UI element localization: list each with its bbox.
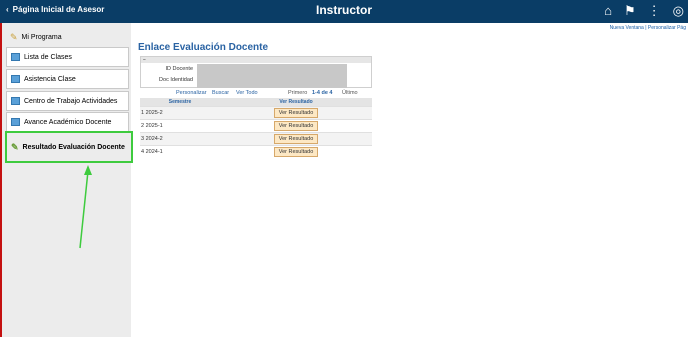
program-icon: ✎	[10, 31, 18, 42]
sidebar-item-asistencia-clase[interactable]: Asistencia Clase	[6, 69, 129, 89]
folder-icon	[11, 53, 20, 61]
ver-resultado-button[interactable]: Ver Resultado	[273, 134, 319, 144]
folder-icon	[11, 97, 20, 105]
sidebar-item-label: Avance Académico Docente	[24, 118, 112, 126]
top-navigation-bar: ‹ Página Inicial de Asesor Instructor ⌂ ⚑…	[0, 0, 688, 23]
ver-resultado-button[interactable]: Ver Resultado	[273, 147, 319, 157]
flag-icon[interactable]: ⚑	[624, 3, 636, 19]
grid-toolbar: Personalizar Buscar Ver Todo Primero 1-4…	[140, 90, 372, 98]
teacher-info-panel: − ID Docente Doc Identidad	[140, 56, 372, 88]
sidebar-item-label: Asistencia Clase	[24, 75, 76, 83]
sidebar-item-resultado-evaluacion[interactable]: ✎ Resultado Evaluación Docente	[5, 131, 133, 163]
col-semestre: Semestre	[140, 98, 221, 107]
home-icon[interactable]: ⌂	[604, 3, 612, 19]
page-title: Enlace Evaluación Docente	[138, 42, 269, 53]
evaluation-icon: ✎	[11, 141, 19, 152]
row-action: Ver Resultado	[220, 132, 372, 146]
sidebar-item-avance-academico[interactable]: Avance Académico Docente	[6, 112, 129, 132]
top-links[interactable]: Nueva Ventana | Personalizar Pág	[610, 25, 686, 31]
page-header-title: Instructor	[315, 3, 372, 17]
sidebar-item-label: Lista de Clases	[24, 53, 72, 61]
buscar-link[interactable]: Buscar	[212, 90, 229, 96]
sidebar-item-label: Mi Programa	[21, 33, 62, 41]
sidebar: ✎ Mi Programa Lista de Clases Asistencia…	[0, 23, 133, 337]
table-row: 3 2024-2 Ver Resultado	[140, 132, 372, 146]
table-row: 1 2025-2 Ver Resultado	[140, 106, 372, 120]
results-grid: Semestre Ver Resultado 1 2025-2 Ver Resu…	[140, 98, 372, 158]
ver-resultado-button[interactable]: Ver Resultado	[273, 108, 319, 118]
row-action: Ver Resultado	[220, 106, 372, 120]
personalizar-link[interactable]: Personalizar	[176, 90, 207, 96]
header-actions: ⌂ ⚑ ⋮ ◎	[604, 3, 684, 19]
table-row: 2 2025-1 Ver Resultado	[140, 119, 372, 133]
ver-todo-link[interactable]: Ver Todo	[236, 90, 258, 96]
row-action: Ver Resultado	[220, 119, 372, 133]
sidebar-item-label: Centro de Trabajo Actividades	[24, 97, 118, 105]
row-semestre: 3 2024-2	[140, 132, 221, 146]
more-options-icon[interactable]: ⋮	[648, 3, 661, 19]
redacted-doc	[197, 76, 347, 88]
id-docente-label: ID Docente	[165, 66, 193, 72]
annotation-arrow	[79, 165, 92, 249]
redacted-id	[197, 64, 347, 76]
doc-identidad-label: Doc Identidad	[159, 77, 193, 83]
col-resultado: Ver Resultado	[220, 98, 372, 107]
sidebar-item-lista-de-clases[interactable]: Lista de Clases	[6, 47, 129, 67]
row-semestre: 4 2024-1	[140, 145, 221, 158]
sidebar-item-label: Resultado Evaluación Docente	[22, 143, 125, 151]
sidebar-item-mi-programa[interactable]: ✎ Mi Programa	[6, 27, 129, 47]
primero-label: Primero	[288, 90, 308, 96]
sidebar-item-centro-de-trabajo[interactable]: Centro de Trabajo Actividades	[6, 91, 129, 111]
panel-header: −	[141, 57, 371, 63]
folder-icon	[11, 75, 20, 83]
table-row: 4 2024-1 Ver Resultado	[140, 145, 372, 158]
row-semestre: 1 2025-2	[140, 106, 221, 120]
row-action: Ver Resultado	[220, 145, 372, 158]
folder-icon	[11, 118, 20, 126]
row-semestre: 2 2025-1	[140, 119, 221, 133]
ultimo-label[interactable]: Último	[342, 90, 358, 96]
range-label: 1-4 de 4	[312, 90, 333, 96]
ver-resultado-button[interactable]: Ver Resultado	[273, 121, 319, 131]
navbar-icon[interactable]: ◎	[673, 3, 684, 19]
